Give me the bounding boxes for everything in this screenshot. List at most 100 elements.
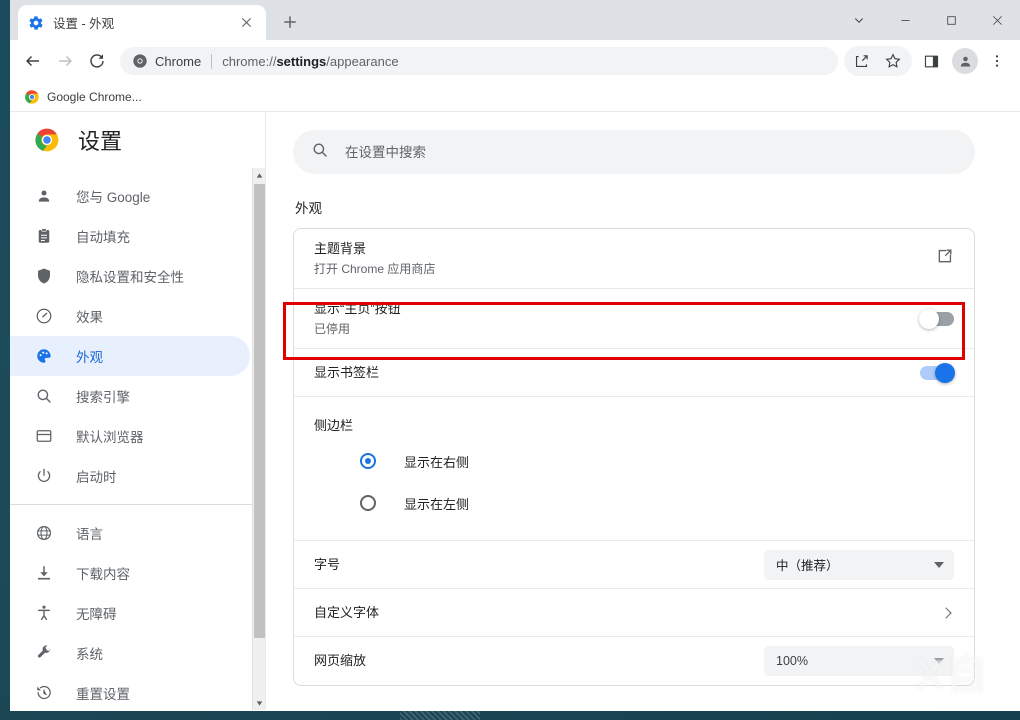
- row-customize-fonts[interactable]: 自定义字体: [294, 589, 974, 637]
- sidebar-item-label: 默认浏览器: [76, 426, 144, 446]
- sidebar-item-label: 隐私设置和安全性: [76, 266, 184, 286]
- font-size-dropdown[interactable]: 中（推荐）: [764, 550, 954, 580]
- sidebar-item-autofill[interactable]: 自动填充: [10, 216, 250, 256]
- sidebar-nav-group-primary: 您与 Google 自动填充 隐私设置和安全性: [10, 168, 266, 496]
- sidebar-item-system[interactable]: 系统: [10, 633, 250, 673]
- row-title: 自定义字体: [314, 603, 942, 623]
- radio-icon[interactable]: [360, 495, 376, 511]
- sidebar-item-label: 效果: [76, 306, 103, 326]
- maximize-button[interactable]: [928, 0, 974, 40]
- chevron-right-icon[interactable]: [940, 607, 951, 618]
- chrome-logo-icon: [132, 53, 148, 69]
- toggle-show-home-button[interactable]: [920, 312, 954, 326]
- row-texts: 显示书签栏: [314, 353, 920, 393]
- chrome-logo-icon: [24, 89, 40, 105]
- sidebar-item-label: 搜索引擎: [76, 386, 130, 406]
- share-icon[interactable]: [846, 46, 876, 76]
- page-zoom-dropdown[interactable]: 100%: [764, 646, 954, 676]
- sidebar-item-privacy-security[interactable]: 隐私设置和安全性: [10, 256, 250, 296]
- toggle-knob: [919, 309, 939, 329]
- sidebar-item-languages[interactable]: 语言: [10, 513, 250, 553]
- radio-option-left[interactable]: 显示在左侧: [314, 482, 954, 524]
- chrome-chip: Chrome: [132, 53, 201, 69]
- tab-search-chevron-down-icon[interactable]: [836, 0, 882, 40]
- row-title: 主题背景: [314, 239, 935, 259]
- side-panel-position-group: 侧边栏 显示在右侧 显示在左侧: [294, 397, 974, 541]
- row-font-size[interactable]: 字号 中（推荐）: [294, 541, 974, 589]
- chrome-logo-icon: [34, 127, 60, 153]
- side-panel-icon[interactable]: [916, 46, 946, 76]
- radio-icon[interactable]: [360, 453, 376, 469]
- star-icon[interactable]: [878, 46, 908, 76]
- search-input[interactable]: [345, 145, 945, 160]
- radio-label: 显示在右侧: [404, 452, 469, 471]
- browser-tab[interactable]: 设置 - 外观: [18, 5, 266, 40]
- scrollbar-thumb[interactable]: [254, 184, 265, 638]
- three-dot-menu-icon[interactable]: [982, 46, 1012, 76]
- search-icon: [311, 141, 329, 164]
- sidebar-item-search-engine[interactable]: 搜索引擎: [10, 376, 250, 416]
- bookmark-item[interactable]: Google Chrome...: [20, 86, 150, 108]
- forward-button[interactable]: [50, 46, 80, 76]
- sidebar-item-label: 无障碍: [76, 603, 117, 623]
- close-window-button[interactable]: [974, 0, 1020, 40]
- sidebar-item-reset-settings[interactable]: 重置设置: [10, 673, 250, 711]
- history-restore-icon: [34, 683, 54, 703]
- chevron-down-icon: [934, 658, 944, 664]
- row-theme[interactable]: 主题背景 打开 Chrome 应用商店: [294, 229, 974, 289]
- sidebar-item-performance[interactable]: 效果: [10, 296, 250, 336]
- sidebar-item-downloads[interactable]: 下载内容: [10, 553, 250, 593]
- row-texts: 主题背景 打开 Chrome 应用商店: [314, 229, 935, 288]
- bookmarks-bar: Google Chrome...: [10, 82, 1020, 112]
- omnibox-actions-pill: [844, 46, 912, 76]
- browser-window-icon: [34, 426, 54, 446]
- external-link-icon[interactable]: [935, 247, 954, 271]
- sidebar-nav-group-secondary: 语言 下载内容 无障碍: [10, 513, 266, 711]
- back-button[interactable]: [18, 46, 48, 76]
- sidebar-item-label: 外观: [76, 346, 103, 366]
- bookmark-label: Google Chrome...: [47, 90, 142, 104]
- address-bar[interactable]: Chrome chrome://settings/appearance: [120, 47, 838, 75]
- gear-icon: [28, 15, 44, 31]
- appearance-settings-card: 主题背景 打开 Chrome 应用商店 显示“主页”按钮 已停用: [293, 228, 975, 686]
- group-title: 侧边栏: [314, 401, 954, 440]
- sidebar-scrollbar[interactable]: [252, 168, 265, 710]
- power-icon: [34, 466, 54, 486]
- sidebar-item-label: 系统: [76, 643, 103, 663]
- screen: 设置 - 外观: [0, 0, 1020, 720]
- row-show-home-button[interactable]: 显示“主页”按钮 已停用: [294, 289, 974, 349]
- toggle-knob: [935, 363, 955, 383]
- url-text: chrome://settings/appearance: [222, 54, 398, 69]
- sidebar-item-default-browser[interactable]: 默认浏览器: [10, 416, 250, 456]
- row-title: 显示“主页”按钮: [314, 299, 920, 319]
- reload-button[interactable]: [82, 46, 112, 76]
- row-title: 字号: [314, 555, 764, 575]
- browser-toolbar: Chrome chrome://settings/appearance: [10, 40, 1020, 82]
- sidebar-item-label: 您与 Google: [76, 186, 150, 206]
- settings-sidebar: 设置 您与 Google 自动填充: [10, 112, 266, 710]
- row-page-zoom[interactable]: 网页缩放 100%: [294, 637, 974, 685]
- close-icon[interactable]: [236, 13, 256, 33]
- sidebar-item-on-startup[interactable]: 启动时: [10, 456, 250, 496]
- row-show-bookmarks-bar[interactable]: 显示书签栏: [294, 349, 974, 397]
- sidebar-item-appearance[interactable]: 外观: [10, 336, 250, 376]
- settings-content: 外观 主题背景 打开 Chrome 应用商店: [266, 112, 1020, 710]
- new-tab-button[interactable]: [276, 8, 304, 36]
- window-controls: [836, 0, 1020, 40]
- row-texts: 显示“主页”按钮 已停用: [314, 289, 920, 348]
- speedometer-icon: [34, 306, 54, 326]
- minimize-button[interactable]: [882, 0, 928, 40]
- globe-icon: [34, 523, 54, 543]
- search-icon: [34, 386, 54, 406]
- settings-page: 设置 您与 Google 自动填充: [10, 112, 1020, 710]
- search-bar[interactable]: [293, 130, 975, 174]
- sidebar-item-accessibility[interactable]: 无障碍: [10, 593, 250, 633]
- page-title: 设置: [78, 124, 122, 156]
- row-texts: 自定义字体: [314, 593, 942, 633]
- section-title: 外观: [295, 197, 322, 217]
- shield-icon: [34, 266, 54, 286]
- toggle-show-bookmarks-bar[interactable]: [920, 366, 954, 380]
- sidebar-item-you-and-google[interactable]: 您与 Google: [10, 176, 250, 216]
- avatar[interactable]: [952, 48, 978, 74]
- radio-option-right[interactable]: 显示在右侧: [314, 440, 954, 482]
